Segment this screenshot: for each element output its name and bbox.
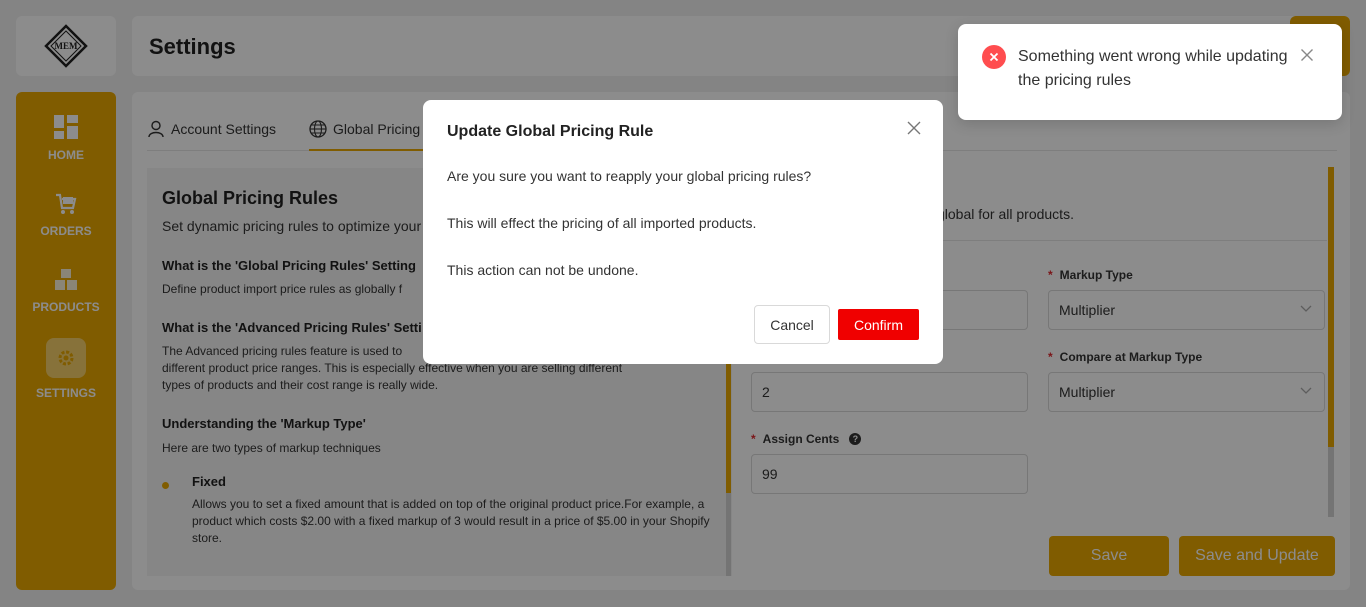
close-icon[interactable] bbox=[1300, 48, 1314, 62]
dialog-title: Update Global Pricing Rule bbox=[447, 123, 654, 140]
confirm-button[interactable]: Confirm bbox=[838, 309, 919, 340]
dialog-text-line-2: This will effect the pricing of all impo… bbox=[447, 215, 757, 231]
dialog-text-line-1: Are you sure you want to reapply your gl… bbox=[447, 168, 812, 184]
cancel-button[interactable]: Cancel bbox=[754, 305, 830, 344]
close-icon[interactable] bbox=[906, 120, 922, 136]
dialog-text-line-3: This action can not be undone. bbox=[447, 262, 639, 278]
confirm-dialog: Update Global Pricing Rule Are you sure … bbox=[423, 100, 943, 364]
notification-message: Something went wrong while updating the … bbox=[1018, 48, 1288, 89]
error-notification: Something went wrong while updating the … bbox=[958, 24, 1342, 120]
error-icon bbox=[982, 45, 1006, 69]
